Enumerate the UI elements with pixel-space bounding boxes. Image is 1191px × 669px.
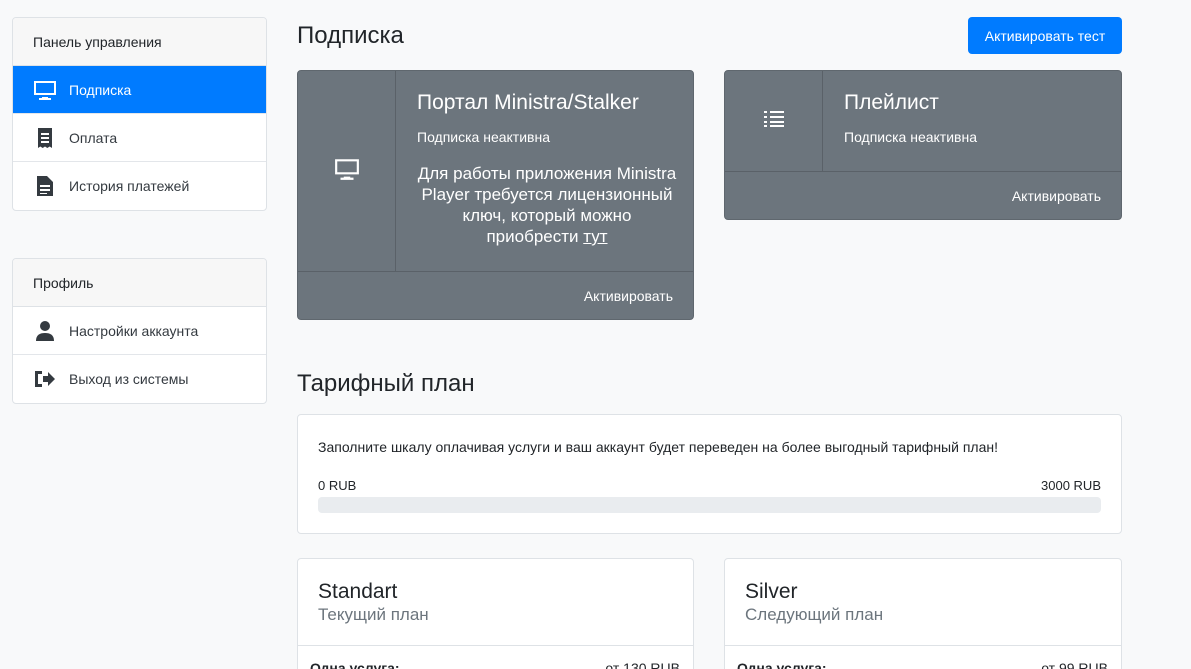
tariff-hint: Заполните шкалу оплачивая услуги и ваш а… bbox=[318, 439, 998, 455]
sidebar-item-label: Настройки аккаунта bbox=[69, 322, 199, 339]
portal-card-name: Портал Ministra/Stalker bbox=[417, 91, 639, 114]
document-icon bbox=[33, 174, 57, 198]
plan-row-label: Одна услуга: bbox=[310, 660, 400, 669]
portal-subscription-card: Портал Ministra/Stalker Подписка неактив… bbox=[297, 70, 694, 320]
tariff-max-label: 3000 RUB bbox=[1041, 478, 1101, 493]
portal-card-description: Для работы приложения Ministra Player тр… bbox=[417, 163, 677, 247]
portal-description-text: Для работы приложения Ministra Player тр… bbox=[417, 164, 677, 246]
portal-icon-column bbox=[298, 71, 396, 272]
sidebar-item-label: Подписка bbox=[69, 81, 132, 98]
playlist-activate-link[interactable]: Активировать bbox=[1012, 188, 1101, 204]
sidebar-item-logout[interactable]: Выход из системы bbox=[13, 355, 266, 403]
list-icon bbox=[763, 110, 784, 133]
plan-row-label: Одна услуга: bbox=[737, 660, 827, 669]
plan-divider bbox=[725, 645, 1121, 646]
sidebar-item-label: Выход из системы bbox=[69, 371, 189, 387]
sidebar-item-subscription[interactable]: Подписка bbox=[13, 66, 266, 114]
tariff-title: Тарифный план bbox=[297, 370, 475, 397]
portal-card-body: Портал Ministra/Stalker Подписка неактив… bbox=[417, 91, 677, 247]
playlist-icon-column bbox=[725, 71, 823, 172]
playlist-subscription-card: Плейлист Подписка неактивна Активировать bbox=[724, 70, 1122, 220]
plan-row-value: от 99 RUB bbox=[1041, 660, 1108, 669]
portal-activate-link[interactable]: Активировать bbox=[584, 288, 673, 304]
sidebar-profile-title: Профиль bbox=[13, 259, 266, 307]
portal-card-status: Подписка неактивна bbox=[417, 129, 550, 145]
portal-card-footer: Активировать bbox=[298, 271, 693, 319]
sidebar-item-payment[interactable]: Оплата bbox=[13, 114, 266, 162]
plan-subtitle: Текущий план bbox=[318, 605, 429, 624]
plan-row-value: от 130 RUB bbox=[605, 660, 680, 669]
sidebar-panel: Панель управления Подписка Оплата Истори… bbox=[12, 17, 267, 211]
sidebar-item-payment-history[interactable]: История платежей bbox=[13, 162, 266, 210]
plan-card-silver: Silver Следующий план Одна услуга: от 99… bbox=[724, 558, 1122, 669]
sidebar-item-label: Оплата bbox=[69, 129, 118, 146]
user-icon bbox=[33, 319, 57, 343]
playlist-card-footer: Активировать bbox=[725, 171, 1121, 219]
plan-subtitle: Следующий план bbox=[745, 605, 884, 624]
playlist-card-body: Плейлист Подписка неактивна bbox=[844, 91, 1105, 145]
sidebar-item-account-settings[interactable]: Настройки аккаунта bbox=[13, 307, 266, 355]
playlist-card-status: Подписка неактивна bbox=[844, 129, 977, 145]
plan-divider bbox=[298, 645, 693, 646]
subscription-title: Подписка bbox=[297, 22, 404, 49]
tariff-progress-card: Заполните шкалу оплачивая услуги и ваш а… bbox=[297, 414, 1122, 534]
activate-test-button[interactable]: Активировать тест bbox=[968, 17, 1122, 54]
tariff-min-label: 0 RUB bbox=[318, 478, 357, 493]
plan-name: Silver bbox=[745, 580, 798, 603]
portal-buy-link[interactable]: тут bbox=[583, 227, 607, 246]
sign-out-icon bbox=[33, 367, 57, 391]
sidebar-panel-title: Панель управления bbox=[13, 18, 266, 66]
receipt-icon bbox=[33, 126, 57, 150]
tariff-progress-bar bbox=[318, 497, 1101, 513]
playlist-card-name: Плейлист bbox=[844, 91, 939, 114]
plan-name: Standart bbox=[318, 580, 398, 603]
plan-card-standart: Standart Текущий план Одна услуга: от 13… bbox=[297, 558, 694, 669]
monitor-icon bbox=[33, 78, 57, 102]
monitor-icon bbox=[334, 158, 360, 185]
sidebar-item-label: История платежей bbox=[69, 178, 190, 194]
sidebar-profile: Профиль Настройки аккаунта Выход из сист… bbox=[12, 258, 267, 404]
